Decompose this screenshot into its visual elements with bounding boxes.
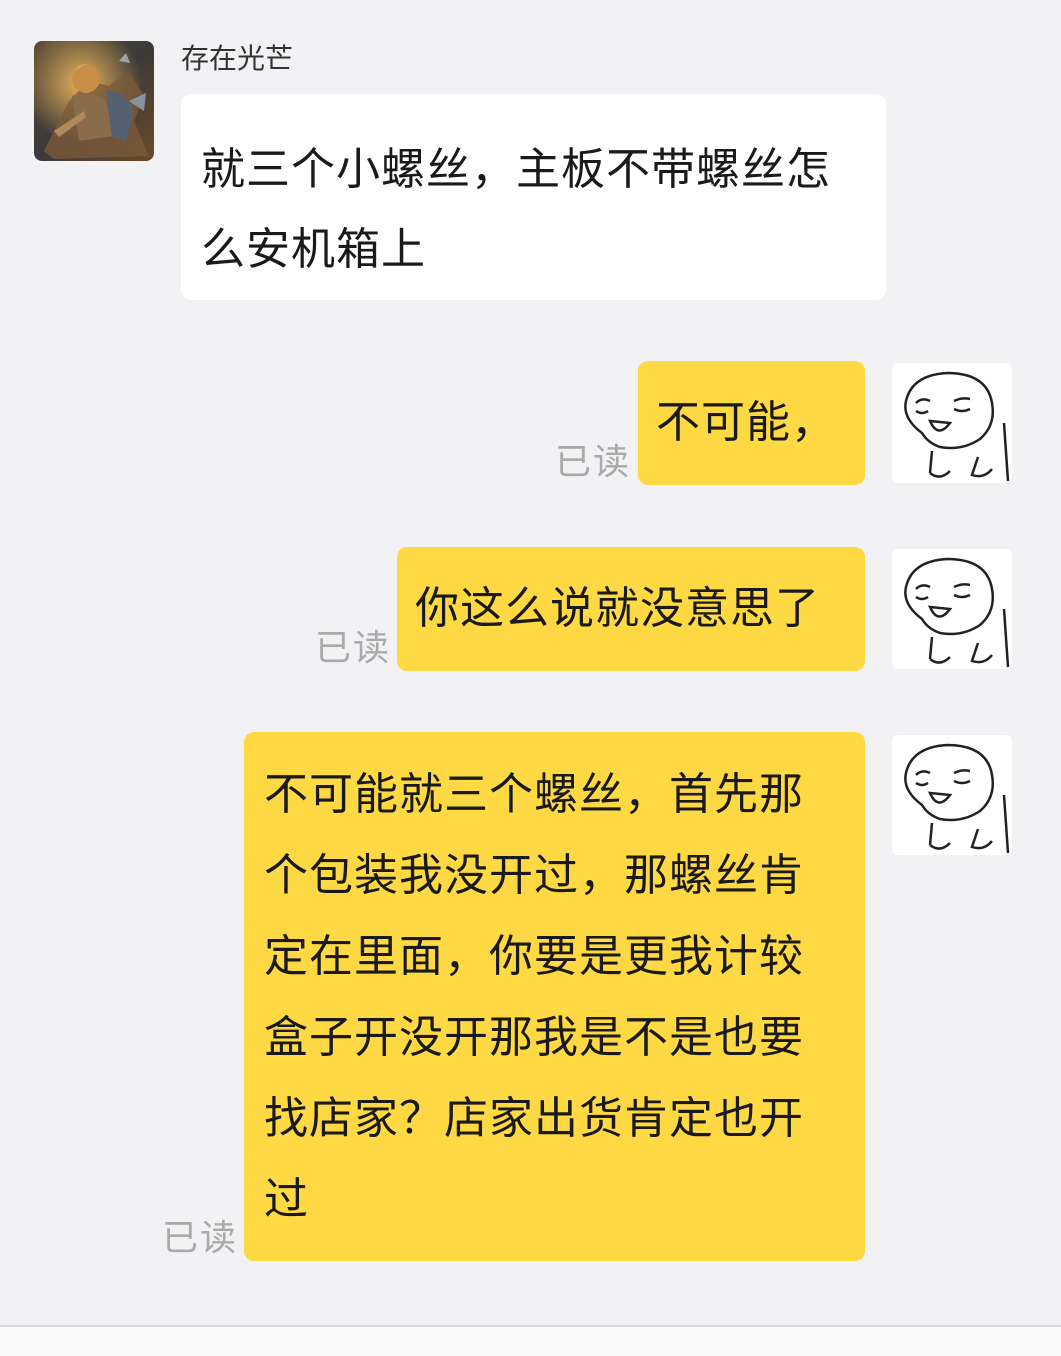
read-status: 已读 [315,628,392,669]
read-status: 已读 [162,1218,239,1259]
contact-name: 存在光芒 [181,42,294,75]
contact-avatar[interactable] [34,41,154,161]
read-status: 已读 [555,442,632,483]
message-bubble-outgoing[interactable]: 不可能就三个螺丝，首先那个包装我没开过，那螺丝肯定在里面，你要是更我计较盒子开没… [244,732,865,1261]
warrior-avatar-icon [34,41,154,161]
self-avatar[interactable] [892,735,1012,855]
self-avatar[interactable] [892,363,1012,483]
doodle-face-avatar-icon [904,371,1010,482]
doodle-face-avatar-icon [904,557,1010,668]
message-bubble-incoming[interactable]: 就三个小螺丝，主板不带螺丝怎么安机箱上 [181,94,886,300]
self-avatar[interactable] [892,549,1012,669]
chat-area: 存在光芒 就三个小螺丝，主板不带螺丝怎么安机箱上 已读 不可能， 已读 你这么说… [0,0,1061,1325]
doodle-face-avatar-icon [904,743,1010,854]
message-bubble-outgoing[interactable]: 不可能， [638,361,865,485]
message-bubble-outgoing[interactable]: 你这么说就没意思了 [397,547,865,671]
bottom-bar [0,1327,1061,1356]
